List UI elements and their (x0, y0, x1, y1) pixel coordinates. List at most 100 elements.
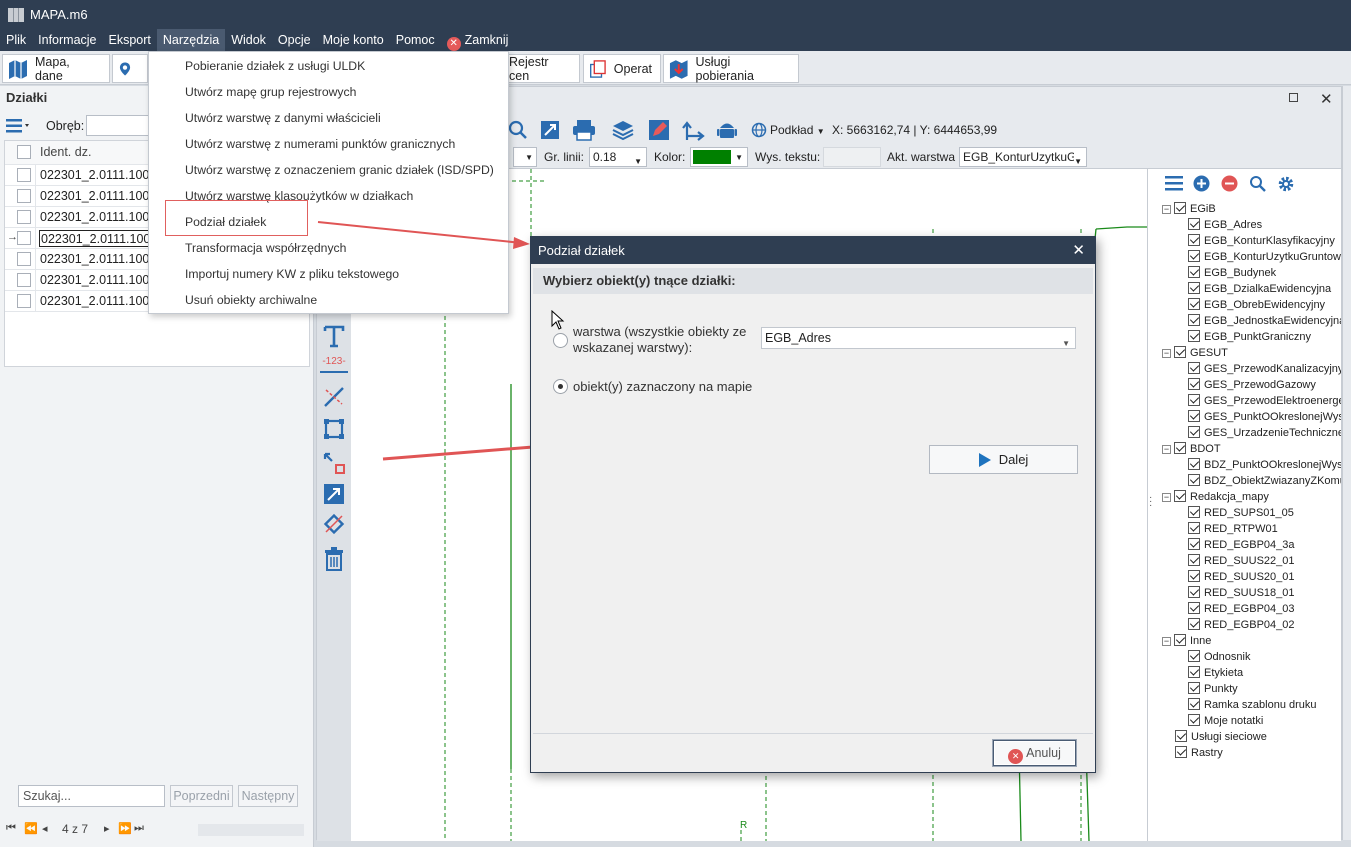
row-checkbox[interactable] (17, 273, 31, 287)
layers-icon[interactable] (611, 118, 635, 142)
text-height-input[interactable] (823, 147, 881, 167)
collapse-icon[interactable]: − (1162, 205, 1171, 214)
line-width-select[interactable]: 0.18 ▼ (589, 147, 647, 167)
layer-checkbox[interactable] (1188, 618, 1200, 630)
layer-item[interactable]: BDZ_PunktOOkreslonejWyso (1188, 457, 1341, 473)
close-window-icon[interactable]: ✕ (1320, 90, 1333, 108)
layer-item[interactable]: GES_UrzadzenieTechniczneZ (1188, 425, 1341, 441)
layer-group[interactable]: − BDOT (1162, 441, 1221, 457)
menu-eksport[interactable]: Eksport (103, 29, 157, 51)
layer-checkbox[interactable] (1188, 602, 1200, 614)
layer-select[interactable]: EGB_Adres ▼ (761, 327, 1076, 349)
menu-opcje[interactable]: Opcje (272, 29, 317, 51)
layer-group[interactable]: − EGiB (1162, 201, 1216, 217)
dimension-tool[interactable]: -123- (320, 355, 348, 377)
layer-checkbox[interactable] (1188, 650, 1200, 662)
layer-checkbox[interactable] (1175, 730, 1187, 742)
layer-checkbox[interactable] (1188, 426, 1200, 438)
layer-item[interactable]: EGB_KonturUzytkuGruntowe (1188, 249, 1341, 265)
layer-item[interactable]: GES_PunktOOkreslonejWyso (1188, 409, 1341, 425)
layer-checkbox[interactable] (1188, 330, 1200, 342)
layer-group[interactable]: − Inne (1162, 633, 1211, 649)
layer-checkbox[interactable] (1188, 298, 1200, 310)
layer-checkbox[interactable] (1188, 474, 1200, 486)
radio-selected-objects[interactable] (553, 379, 568, 394)
layer-item[interactable]: EGB_KonturKlasyfikacyjny (1188, 233, 1341, 249)
last-page-icon[interactable]: ⏭ (134, 822, 144, 835)
layer-group[interactable]: − GESUT (1162, 345, 1228, 361)
layer-item[interactable]: RED_EGBP04_3a (1188, 537, 1341, 553)
layer-item[interactable]: EGB_ObrebEwidencyjny (1188, 297, 1341, 313)
layer-item[interactable]: Usługi sieciowe (1175, 729, 1267, 745)
row-checkbox[interactable] (17, 168, 31, 182)
select-all-checkbox[interactable] (17, 145, 31, 159)
scale-icon[interactable] (322, 482, 346, 506)
layer-checkbox[interactable] (1188, 234, 1200, 246)
layer-item[interactable]: GES_PrzewodGazowy (1188, 377, 1341, 393)
row-checkbox[interactable] (17, 210, 31, 224)
layer-checkbox[interactable] (1174, 202, 1186, 214)
layer-item[interactable]: RED_SUUS20_01 (1188, 569, 1341, 585)
layers-menu-icon[interactable] (1165, 175, 1183, 191)
search-layer-icon[interactable] (1249, 175, 1267, 193)
tab-operat[interactable]: Operat (583, 54, 661, 83)
layer-item[interactable]: RED_EGBP04_03 (1188, 601, 1341, 617)
next-page-icon[interactable]: ▸ (104, 822, 110, 835)
layer-checkbox[interactable] (1188, 458, 1200, 470)
layer-checkbox[interactable] (1188, 282, 1200, 294)
row-checkbox[interactable] (17, 189, 31, 203)
menu-widok[interactable]: Widok (225, 29, 272, 51)
move-icon[interactable] (322, 451, 346, 475)
cut-line-icon[interactable] (322, 385, 346, 409)
layer-checkbox[interactable] (1188, 522, 1200, 534)
layer-checkbox[interactable] (1188, 266, 1200, 278)
first-page-icon[interactable]: ⏮ (6, 822, 16, 835)
layer-item[interactable]: BDZ_ObiektZwiazanyZKomur (1188, 473, 1341, 489)
text-tool-icon[interactable] (322, 324, 346, 348)
menu-pomoc[interactable]: Pomoc (390, 29, 441, 51)
layer-item[interactable]: GES_PrzewodKanalizacyjny (1188, 361, 1341, 377)
basemap-dropdown[interactable]: Podkład ▼ (770, 123, 825, 137)
next-page-fast-icon[interactable]: ⏩ (118, 822, 132, 835)
layer-group[interactable]: − Redakcja_mapy (1162, 489, 1269, 505)
layer-item[interactable]: Moje notatki (1188, 713, 1341, 729)
layer-item[interactable]: Rastry (1175, 745, 1223, 761)
radio-layer[interactable] (553, 333, 568, 348)
layer-checkbox[interactable] (1188, 314, 1200, 326)
trash-icon[interactable] (322, 546, 346, 572)
menu-item-boundary-points[interactable]: Utwórz warstwę z numerami punktów granic… (185, 134, 455, 154)
fullscreen-icon[interactable] (539, 119, 561, 141)
horizontal-scrollbar[interactable] (198, 824, 304, 836)
menu-item-register-groups[interactable]: Utwórz mapę grup rejestrowych (185, 82, 356, 102)
menu-informacje[interactable]: Informacje (32, 29, 102, 51)
layer-item[interactable]: EGB_DzialkaEwidencyjna (1188, 281, 1341, 297)
next-button[interactable]: Następny (238, 785, 298, 807)
tab-map[interactable]: Mapa, dane (2, 54, 110, 83)
prev-page-fast-icon[interactable]: ⏪ (24, 822, 38, 835)
layer-checkbox[interactable] (1188, 410, 1200, 422)
layer-checkbox[interactable] (1188, 538, 1200, 550)
menu-narzedzia[interactable]: Narzędzia (156, 29, 226, 51)
menu-item-remove-archived[interactable]: Usuń obiekty archiwalne (185, 290, 317, 310)
layer-item[interactable]: Etykieta (1188, 665, 1341, 681)
layer-item[interactable]: EGB_Budynek (1188, 265, 1341, 281)
menu-item-uldk[interactable]: Pobieranie działek z usługi ULDK (185, 56, 365, 76)
layer-checkbox[interactable] (1188, 250, 1200, 262)
layer-item[interactable]: EGB_Adres (1188, 217, 1341, 233)
dialog-close-icon[interactable]: ✕ (1072, 237, 1085, 264)
list-menu-icon[interactable] (6, 118, 30, 134)
column-header-ident[interactable]: Ident. dz. (39, 144, 157, 161)
previous-button[interactable]: Poprzedni (170, 785, 233, 807)
layer-checkbox[interactable] (1188, 586, 1200, 598)
edit-icon[interactable] (647, 118, 671, 142)
tab-location[interactable] (112, 54, 148, 83)
prev-page-icon[interactable]: ◂ (42, 822, 48, 835)
cancel-button[interactable]: ✕ Anuluj (993, 740, 1076, 766)
layer-checkbox[interactable] (1174, 634, 1186, 646)
layer-item[interactable]: RED_EGBP04_02 (1188, 617, 1341, 633)
active-layer-select[interactable]: EGB_KonturUzytkuG ▼ (959, 147, 1087, 167)
layer-checkbox[interactable] (1188, 506, 1200, 518)
menu-zamknij[interactable]: ✕ Zamknij (441, 29, 515, 51)
layer-item[interactable]: Punkty (1188, 681, 1341, 697)
collapse-icon[interactable]: − (1162, 493, 1171, 502)
